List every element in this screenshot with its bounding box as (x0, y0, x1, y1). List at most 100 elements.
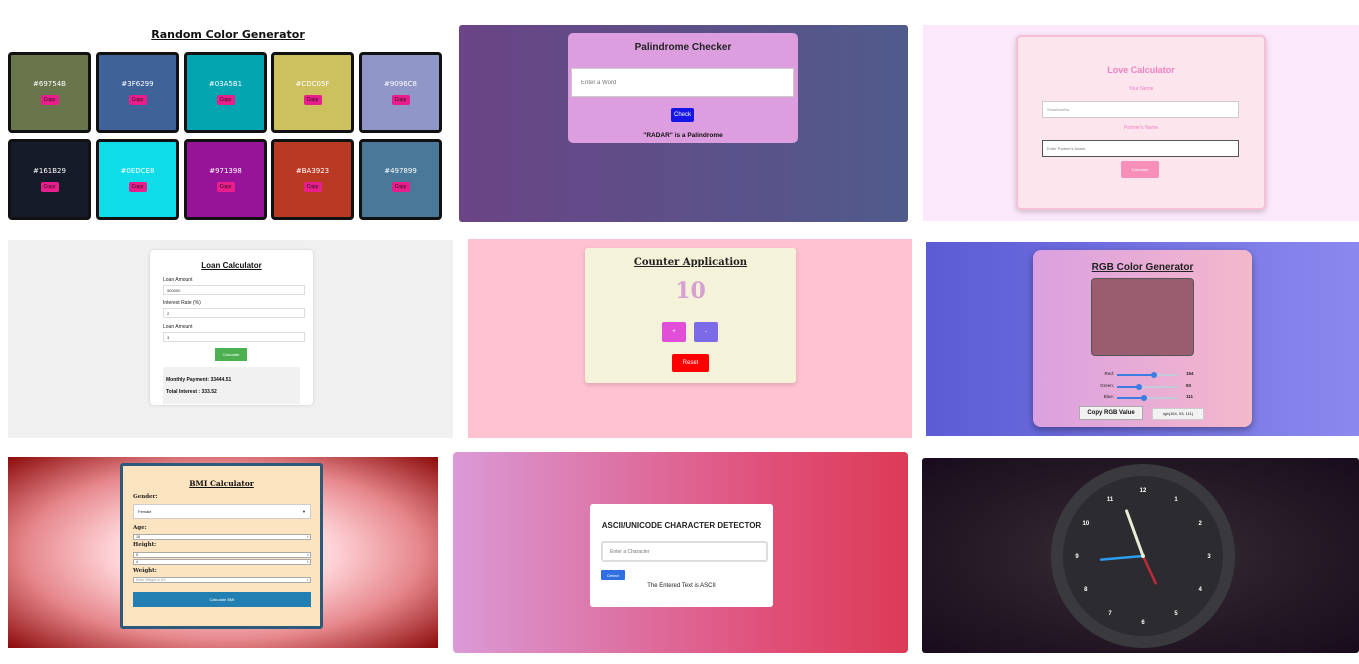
counter-title: Counter Application (633, 257, 748, 268)
bmi-calculator-tile: BMI Calculator Gender: Female ▼ Age: 18 ⇕ … (8, 457, 438, 648)
rgb-output-field[interactable]: rgb(154, 93, 111) (1152, 408, 1204, 420)
love-calculator-tile: Love Calculator Your Name Partner's Name… (923, 25, 1359, 221)
height-feet-input[interactable]: 5 ⇕ (133, 552, 311, 558)
partner-name-label: Partner's Name (1123, 125, 1159, 131)
rgb-color-generator-tile: RGB Color Generator Red: 154 Green: 93 B… (926, 242, 1359, 436)
weight-input[interactable]: Enter Weight in KG ⇕ (133, 577, 311, 583)
love-calculate-button[interactable]: Calculate (1121, 161, 1159, 178)
word-input[interactable] (571, 68, 794, 97)
copy-button[interactable]: Copy (216, 95, 235, 105)
loan-title: Loan Calculator (201, 261, 262, 270)
gender-value: Female (138, 509, 152, 514)
red-slider[interactable] (1117, 372, 1178, 378)
red-slider-knob[interactable] (1150, 372, 1157, 378)
height-label: Height: (133, 542, 157, 548)
color-swatch: #0EDCE8 Copy (96, 139, 179, 220)
bmi-title: BMI Calculator (189, 479, 254, 488)
swatch-hex-label: #971398 (209, 167, 242, 175)
loan-result-box: Monthly Payment: 33444.51 Total Interest… (163, 367, 300, 404)
copy-button[interactable]: Copy (303, 95, 322, 105)
copy-button[interactable]: Copy (391, 182, 410, 192)
color-swatch: #69754B Copy (8, 52, 91, 133)
color-swatch: #3F6299 Copy (96, 52, 179, 133)
counter-value: 10 (675, 278, 706, 304)
character-input[interactable] (601, 541, 768, 562)
swatch-hex-label: #161B29 (33, 167, 66, 175)
copy-button[interactable]: Copy (128, 95, 147, 105)
height-inches-input[interactable]: 4 ⇕ (133, 559, 311, 565)
random-color-generator-tile: Random Color Generator #69754B Copy #3F629… (8, 24, 448, 220)
color-swatch: #971398 Copy (184, 139, 267, 220)
color-swatch: #497899 Copy (359, 139, 442, 220)
total-interest-text: Total Interest : 333.52 (166, 389, 217, 395)
color-swatch: #161B29 Copy (8, 139, 91, 220)
gender-select[interactable]: Female ▼ (133, 504, 311, 519)
green-slider[interactable] (1117, 384, 1178, 390)
color-swatch: #CDC05F Copy (271, 52, 354, 133)
spinner-icon[interactable]: ⇕ (306, 578, 309, 582)
color-swatch: #BA3923 Copy (271, 139, 354, 220)
copy-button[interactable]: Copy (391, 95, 410, 105)
bmi-card: BMI Calculator Gender: Female ▼ Age: 18 ⇕ … (120, 463, 323, 629)
swatch-hex-label: #497899 (384, 167, 417, 175)
ascii-title: ASCII/UNICODE CHARACTER DETECTOR (601, 521, 762, 530)
loan-calculator-tile: Loan Calculator Loan Amount Interest Rat… (8, 240, 453, 438)
swatch-hex-label: #9096C8 (383, 80, 418, 88)
counter-application-tile: Counter Application 10 + - Reset (468, 239, 912, 438)
swatch-hex-label: #03A5B1 (208, 80, 243, 88)
palindrome-title: Palindrome Checker (634, 42, 732, 53)
weight-placeholder: Enter Weight in KG (136, 578, 166, 582)
age-label: Age: (133, 525, 147, 531)
partner-name-input[interactable] (1042, 140, 1239, 157)
detect-button[interactable]: Detect (601, 570, 625, 580)
copy-button[interactable]: Copy (303, 182, 322, 192)
your-name-input[interactable] (1042, 101, 1239, 118)
blue-slider-knob[interactable] (1140, 395, 1147, 401)
blue-slider[interactable] (1117, 395, 1178, 401)
copy-button[interactable]: Copy (40, 182, 59, 192)
swatch-hex-label: #69754B (33, 80, 66, 88)
copy-rgb-button[interactable]: Copy RGB Value (1079, 406, 1143, 420)
check-button[interactable]: Check (671, 108, 694, 122)
clock-number: 12 (1140, 488, 1147, 494)
swatch-hex-label: #CDC05F (295, 80, 330, 88)
copy-button[interactable]: Copy (128, 182, 147, 192)
green-value: 93 (1186, 383, 1192, 388)
loan-card: Loan Calculator Loan Amount Interest Rat… (150, 250, 313, 405)
age-input[interactable]: 18 ⇕ (133, 534, 311, 540)
red-value: 154 (1186, 371, 1194, 376)
reset-button[interactable]: Reset (672, 354, 709, 372)
rgb-title: RGB Color Generator (1091, 262, 1194, 273)
spinner-icon[interactable]: ⇕ (306, 560, 309, 564)
interest-rate-label: Interest Rate (%) (163, 300, 201, 306)
green-slider-knob[interactable] (1135, 384, 1142, 390)
blue-value: 111 (1186, 394, 1194, 399)
monthly-payment-text: Monthly Payment: 33444.51 (166, 377, 232, 383)
clock-svg: 121234567891011 (1051, 464, 1235, 648)
analog-clock-tile: 12 1 2 3 4 5 6 7 8 9 10 11 (922, 458, 1359, 653)
loan-term-input[interactable] (163, 332, 305, 342)
age-value: 18 (136, 535, 140, 539)
ascii-detector-tile: ASCII/UNICODE CHARACTER DETECTOR Detect … (453, 452, 908, 653)
copy-button[interactable]: Copy (216, 182, 235, 192)
rgb-card: RGB Color Generator Red: 154 Green: 93 B… (1033, 250, 1252, 427)
palindrome-checker-tile: Palindrome Checker Check "RADAR" is a Pa… (459, 25, 908, 222)
swatch-hex-label: #0EDCE8 (120, 167, 155, 175)
increment-button[interactable]: + (662, 322, 686, 342)
interest-rate-input[interactable] (163, 308, 305, 318)
spinner-icon[interactable]: ⇕ (306, 553, 309, 557)
spinner-icon[interactable]: ⇕ (306, 535, 309, 539)
clock-number: 11 (1107, 497, 1114, 503)
weight-label: Weight: (133, 568, 157, 574)
loan-calculate-button[interactable]: Calculate (215, 348, 247, 361)
green-slider-row: Green: 93 (1093, 383, 1203, 391)
chevron-down-icon: ▼ (302, 509, 306, 514)
calculate-bmi-button[interactable]: Calculate BMI (133, 592, 311, 607)
copy-button[interactable]: Copy (40, 95, 59, 105)
loan-amount-input[interactable] (163, 285, 305, 295)
loan-amount-label: Loan Amount (163, 277, 193, 283)
decrement-button[interactable]: - (694, 322, 718, 342)
palindrome-card: Palindrome Checker Check "RADAR" is a Pa… (568, 33, 798, 143)
your-name-label: Your Name (1128, 86, 1154, 92)
love-card: Love Calculator Your Name Partner's Name… (1016, 35, 1266, 210)
